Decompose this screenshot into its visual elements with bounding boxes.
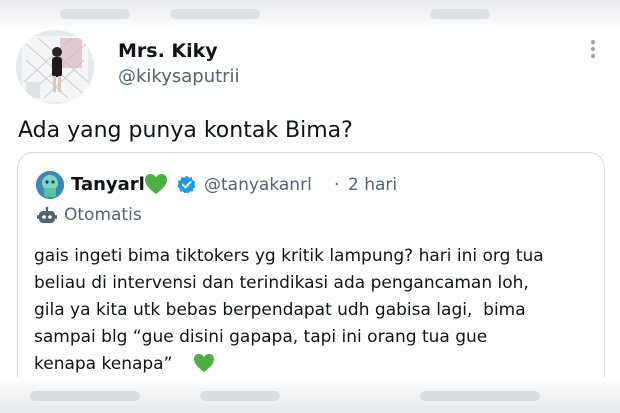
author-name[interactable]: Mrs. Kiky [118, 40, 218, 62]
quoted-text-line: gila ya kita utk bebas berpendapat udh g… [34, 300, 526, 320]
blurred-text [420, 391, 540, 401]
robot-icon [37, 207, 57, 223]
blurred-previous-content [0, 0, 620, 30]
blurred-text [60, 9, 130, 19]
quoted-author-handle[interactable]: @tanyakanrl [204, 175, 312, 195]
blurred-following-content [0, 377, 620, 413]
quoted-text-line: kenapa kenapa” [34, 354, 173, 374]
quoted-text-line: beliau di intervensi dan terindikasi ada… [34, 273, 529, 293]
blurred-text [30, 391, 140, 401]
quoted-author-avatar[interactable] [36, 171, 64, 199]
author-avatar[interactable] [16, 30, 94, 104]
separator-dot: · [334, 175, 340, 195]
blurred-text [200, 391, 280, 401]
blurred-text [430, 9, 490, 19]
post-time[interactable]: 2 hari [348, 175, 397, 195]
automated-label: Otomatis [64, 205, 142, 225]
quoted-author-name[interactable]: Tanyarl [71, 174, 145, 195]
more-vertical-icon[interactable] [584, 38, 602, 60]
blurred-text [170, 9, 260, 19]
green-heart-icon [145, 174, 167, 194]
author-handle[interactable]: @kikysaputrii [118, 66, 240, 87]
quoted-tweet-card[interactable]: Tanyarl @tanyakanrl · 2 hari Otomatis ga… [17, 152, 605, 392]
tweet-text: Ada yang punya kontak Bima? [18, 118, 353, 143]
quoted-text-line: gais ingeti bima tiktokers yg kritik lam… [34, 246, 544, 266]
quoted-text-line: sampai blg “gue disini gapapa, tapi ini … [34, 327, 488, 347]
verified-badge-icon [177, 175, 196, 194]
green-heart-icon [194, 353, 214, 373]
